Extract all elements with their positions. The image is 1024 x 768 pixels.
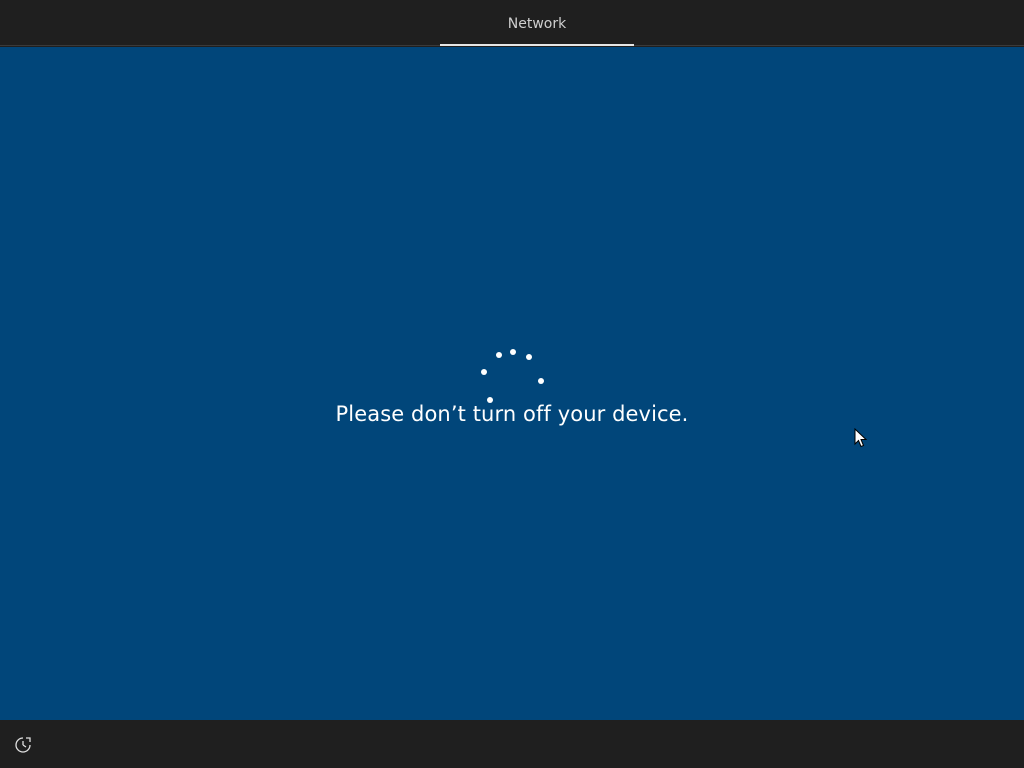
ease-of-access-button[interactable] (12, 734, 34, 756)
ease-of-access-icon (15, 737, 31, 753)
bottom-bar (0, 720, 1024, 768)
loading-spinner-icon (481, 349, 544, 403)
status-message: Please don’t turn off your device. (335, 402, 689, 426)
tab-network: Network (440, 0, 634, 46)
mouse-cursor-icon (854, 428, 868, 448)
main-area: Please don’t turn off your device. (0, 47, 1024, 720)
top-bar: Network (0, 0, 1024, 46)
